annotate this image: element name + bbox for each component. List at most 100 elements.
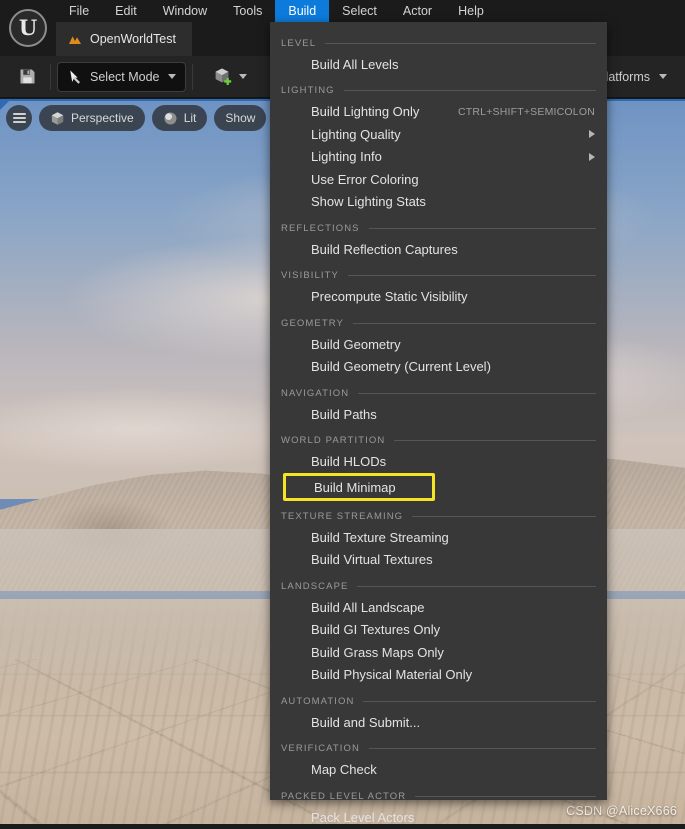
menu-item-lighting-info[interactable]: Lighting Info	[270, 146, 607, 169]
viewport-show-button[interactable]: Show	[214, 105, 267, 131]
menu-item-label: Lighting Info	[311, 149, 382, 165]
menu-section-label: LEVEL	[281, 37, 317, 49]
menubar-item-file[interactable]: File	[56, 0, 102, 22]
menu-section-header: LIGHTING	[270, 81, 607, 101]
menu-section-header: WORLD PARTITION	[270, 431, 607, 451]
menu-item-build-geometry[interactable]: Build Geometry	[270, 333, 607, 356]
menu-item-build-all-landscape[interactable]: Build All Landscape	[270, 596, 607, 619]
chevron-right-icon	[589, 152, 595, 161]
viewport-camera-label: Perspective	[71, 111, 134, 125]
viewport-show-label: Show	[225, 111, 256, 125]
menu-item-label: Build Geometry (Current Level)	[311, 359, 491, 375]
editor-mode-dropdown[interactable]: Select Mode	[57, 61, 187, 92]
menu-item-label: Build Lighting Only	[311, 104, 420, 120]
menu-item-label: Use Error Coloring	[311, 171, 419, 187]
viewport-viewmode-label: Lit	[183, 111, 197, 125]
menu-item-build-lighting-only[interactable]: Build Lighting Only CTRL+SHIFT+SEMICOLON	[270, 101, 607, 124]
menu-item-label: Build Paths	[311, 406, 377, 422]
menu-item-build-reflection-captures[interactable]: Build Reflection Captures	[270, 238, 607, 261]
menu-item-label: Build Minimap	[314, 479, 396, 495]
menu-section-header: LEVEL	[270, 33, 607, 53]
cube-icon	[51, 111, 64, 125]
menu-section-label: REFLECTIONS	[281, 222, 360, 234]
save-current-level-button[interactable]	[10, 62, 44, 92]
add-actor-icon	[216, 68, 232, 85]
menu-item-show-lighting-stats[interactable]: Show Lighting Stats	[270, 191, 607, 214]
menu-item-map-check[interactable]: Map Check	[270, 759, 607, 782]
menubar-item-edit[interactable]: Edit	[102, 0, 150, 22]
menu-item-build-texture-streaming[interactable]: Build Texture Streaming	[270, 526, 607, 549]
unreal-editor-window: Perspective Lit Show CSDN @AliceX666 Fil…	[0, 0, 685, 825]
build-menu-dropdown[interactable]: LEVEL Build All Levels LIGHTING Build Light…	[270, 22, 607, 825]
menu-item-build-paths[interactable]: Build Paths	[270, 403, 607, 426]
viewport-camera-button[interactable]: Perspective	[39, 105, 145, 131]
menu-item-build-virtual-textures[interactable]: Build Virtual Textures	[270, 549, 607, 572]
menu-section-header: NAVIGATION	[270, 383, 607, 403]
viewport-toolbar: Perspective Lit Show	[6, 105, 267, 131]
menu-section-label: AUTOMATION	[281, 695, 355, 707]
landscape-icon	[69, 36, 81, 44]
menu-item-label: Build Geometry	[311, 336, 401, 352]
menu-item-build-all-levels[interactable]: Build All Levels	[270, 53, 607, 76]
hamburger-icon	[12, 110, 26, 125]
menu-item-label: Build All Levels	[311, 56, 399, 72]
menu-section-label: LANDSCAPE	[281, 580, 349, 592]
menu-section-header: PACKED LEVEL ACTOR	[270, 786, 607, 806]
menu-section-label: GEOMETRY	[281, 317, 344, 329]
menu-item-precompute-static-visibility[interactable]: Precompute Static Visibility	[270, 286, 607, 309]
unreal-engine-logo: U	[9, 9, 47, 47]
menubar-item-help[interactable]: Help	[445, 0, 497, 22]
menu-item-pack-level-actors[interactable]: Pack Level Actors	[270, 806, 607, 829]
menu-item-build-hlods[interactable]: Build HLODs	[270, 451, 607, 474]
menu-item-build-grass-maps-only[interactable]: Build Grass Maps Only	[270, 641, 607, 664]
menu-item-label: Lighting Quality	[311, 126, 401, 142]
menu-item-label: Pack Level Actors	[311, 809, 415, 825]
menu-item-lighting-quality[interactable]: Lighting Quality	[270, 123, 607, 146]
menu-section-rule	[325, 42, 596, 44]
menu-section-rule	[353, 322, 596, 324]
menu-item-build-minimap[interactable]: Build Minimap	[283, 473, 435, 501]
unreal-logo-button[interactable]: U	[0, 0, 56, 56]
menu-section-rule	[368, 227, 596, 229]
menu-section-label: VERIFICATION	[281, 743, 360, 754]
viewport-viewmode-button[interactable]: Lit	[151, 105, 208, 131]
menubar-item-select[interactable]: Select	[329, 0, 390, 22]
menu-item-build-and-submit[interactable]: Build and Submit...	[270, 711, 607, 734]
menu-section-label: LIGHTING	[281, 85, 335, 96]
menu-item-label: Build Reflection Captures	[311, 241, 458, 257]
editor-mode-label: Select Mode	[90, 69, 160, 84]
save-icon	[20, 69, 34, 84]
menubar-item-window[interactable]: Window	[150, 0, 220, 22]
menu-section-header: AUTOMATION	[270, 691, 607, 711]
menu-item-label: Build GI Textures Only	[311, 622, 441, 638]
menu-item-build-gi-textures-only[interactable]: Build GI Textures Only	[270, 619, 607, 642]
menu-item-build-geometry-current-level[interactable]: Build Geometry (Current Level)	[270, 356, 607, 379]
menu-section-header: VISIBILITY	[270, 266, 607, 286]
menu-section-label: TEXTURE STREAMING	[281, 510, 404, 522]
menu-section-rule	[369, 748, 596, 749]
select-cursor-icon	[70, 69, 80, 84]
add-actor-button[interactable]	[207, 62, 253, 92]
menu-section-header: TEXTURE STREAMING	[270, 506, 607, 526]
menu-section-header: REFLECTIONS	[270, 218, 607, 238]
menu-item-label: Build HLODs	[311, 454, 387, 470]
viewport-menu-button[interactable]	[6, 105, 32, 131]
menubar-item-tools[interactable]: Tools	[220, 0, 275, 22]
menu-item-label: Build Grass Maps Only	[311, 644, 444, 660]
menu-section-label: VISIBILITY	[281, 270, 339, 281]
menu-item-shortcut: CTRL+SHIFT+SEMICOLON	[457, 105, 595, 118]
chevron-down-icon-add	[239, 74, 248, 79]
menu-section-rule	[363, 700, 596, 702]
menubar-item-build[interactable]: Build	[275, 0, 330, 22]
menubar-item-actor[interactable]: Actor	[390, 0, 445, 22]
menu-section-label: NAVIGATION	[281, 387, 350, 399]
menu-section-rule	[357, 585, 596, 587]
menu-item-build-physical-material-only[interactable]: Build Physical Material Only	[270, 664, 607, 687]
menu-section-header: VERIFICATION	[270, 739, 607, 759]
menu-item-use-error-coloring[interactable]: Use Error Coloring	[270, 168, 607, 191]
main-menu-bar: File Edit Window Tools Build Select Actor Help	[0, 0, 685, 22]
main-menu-items: File Edit Window Tools Build Select Actor Help	[56, 0, 497, 22]
level-tab-openworldtest[interactable]: OpenWorldTest	[56, 22, 192, 56]
menu-item-label: Map Check	[311, 762, 377, 778]
menu-section-rule	[415, 795, 596, 797]
